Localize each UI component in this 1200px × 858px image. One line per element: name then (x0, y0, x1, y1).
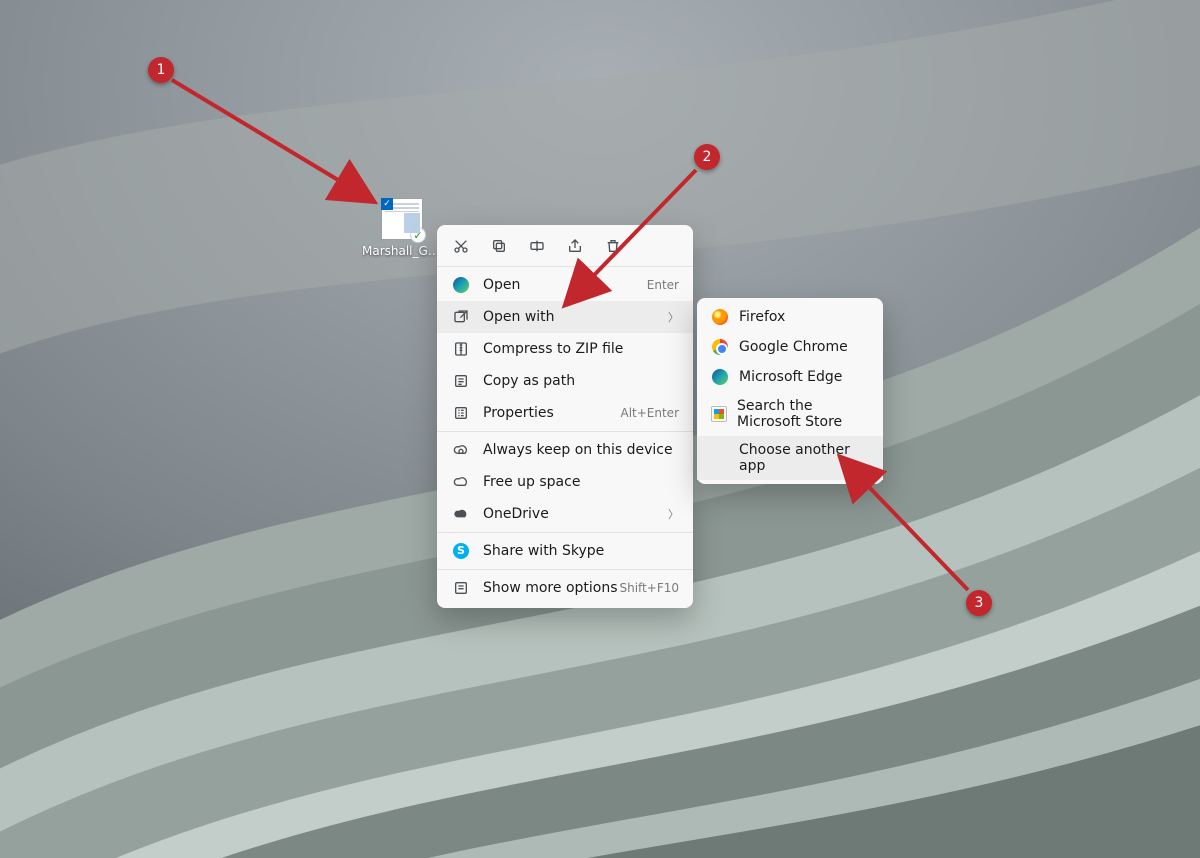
menu-more-options-accel: Shift+F10 (619, 581, 679, 595)
submenu-edge[interactable]: Microsoft Edge (697, 362, 883, 392)
copy-path-icon (451, 371, 471, 391)
edge-icon (711, 368, 729, 386)
menu-free-up-label: Free up space (483, 474, 679, 490)
delete-icon[interactable] (603, 236, 623, 256)
rename-icon[interactable] (527, 236, 547, 256)
menu-always-keep-label: Always keep on this device (483, 442, 679, 458)
chrome-icon (711, 338, 729, 356)
annotation-badge-3: 3 (966, 590, 992, 616)
submenu-choose-another-label: Choose another app (739, 442, 869, 474)
menu-always-keep[interactable]: Always keep on this device (437, 434, 693, 466)
menu-properties-label: Properties (483, 405, 620, 421)
menu-copy-path[interactable]: Copy as path (437, 365, 693, 397)
firefox-icon (711, 308, 729, 326)
open-with-submenu: Firefox Google Chrome Microsoft Edge Sea… (697, 298, 883, 484)
free-up-icon (451, 472, 471, 492)
file-thumbnail: ✓ ✓ (381, 198, 423, 240)
chevron-right-icon: 〉 (668, 309, 679, 325)
menu-separator (437, 266, 693, 267)
submenu-store[interactable]: Search the Microsoft Store (697, 392, 883, 436)
desktop-file[interactable]: ✓ ✓ Marshall_Gunne… (362, 198, 442, 258)
menu-separator (437, 532, 693, 533)
context-menu: Open Enter Open with 〉 Compress to ZIP f… (437, 225, 693, 608)
cut-icon[interactable] (451, 236, 471, 256)
menu-compress-label: Compress to ZIP file (483, 341, 679, 357)
menu-onedrive-label: OneDrive (483, 506, 660, 522)
menu-share-skype[interactable]: S Share with Skype (437, 535, 693, 567)
onedrive-icon (451, 504, 471, 524)
annotation-badge-1: 1 (148, 57, 174, 83)
open-icon (451, 275, 471, 295)
menu-open-with[interactable]: Open with 〉 (437, 301, 693, 333)
skype-icon: S (451, 541, 471, 561)
menu-open-label: Open (483, 277, 647, 293)
open-with-icon (451, 307, 471, 327)
submenu-store-label: Search the Microsoft Store (737, 398, 869, 430)
onedrive-sync-icon: ✓ (410, 227, 426, 243)
menu-open[interactable]: Open Enter (437, 269, 693, 301)
submenu-chrome[interactable]: Google Chrome (697, 332, 883, 362)
more-options-icon (451, 578, 471, 598)
menu-share-skype-label: Share with Skype (483, 543, 679, 559)
context-menu-toolbar (437, 225, 693, 264)
annotation-badge-2: 2 (694, 144, 720, 170)
menu-more-options[interactable]: Show more options Shift+F10 (437, 572, 693, 604)
share-icon[interactable] (565, 236, 585, 256)
menu-properties[interactable]: Properties Alt+Enter (437, 397, 693, 429)
always-keep-icon (451, 440, 471, 460)
submenu-firefox-label: Firefox (739, 309, 785, 325)
ms-store-icon (711, 405, 727, 423)
menu-separator (437, 569, 693, 570)
selection-check-icon: ✓ (381, 198, 393, 210)
chevron-right-icon: 〉 (668, 506, 679, 522)
menu-properties-accel: Alt+Enter (620, 406, 679, 420)
file-label: Marshall_Gunne… (362, 244, 442, 258)
menu-more-options-label: Show more options (483, 580, 619, 596)
menu-free-up[interactable]: Free up space (437, 466, 693, 498)
menu-open-with-label: Open with (483, 309, 660, 325)
menu-compress[interactable]: Compress to ZIP file (437, 333, 693, 365)
menu-open-accel: Enter (647, 278, 679, 292)
menu-separator (437, 431, 693, 432)
copy-icon[interactable] (489, 236, 509, 256)
submenu-firefox[interactable]: Firefox (697, 302, 883, 332)
submenu-choose-another[interactable]: Choose another app (697, 436, 883, 480)
menu-copy-path-label: Copy as path (483, 373, 679, 389)
properties-icon (451, 403, 471, 423)
menu-onedrive[interactable]: OneDrive 〉 (437, 498, 693, 530)
zip-icon (451, 339, 471, 359)
submenu-chrome-label: Google Chrome (739, 339, 848, 355)
submenu-edge-label: Microsoft Edge (739, 369, 842, 385)
